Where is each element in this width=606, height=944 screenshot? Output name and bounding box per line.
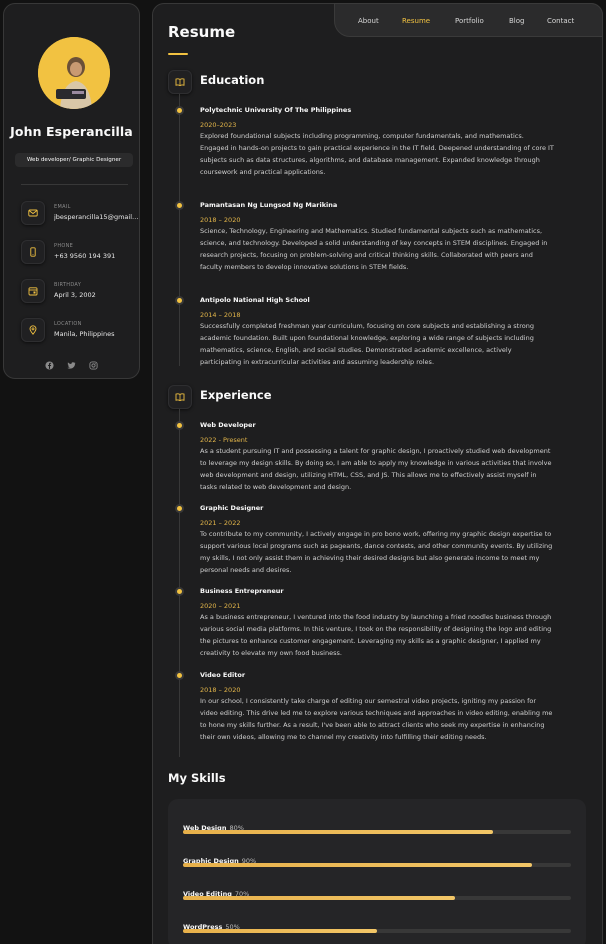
timeline-text: Successfully completed freshman year cur… (200, 322, 534, 366)
contact-location: LOCATION Manila, Philippines (21, 318, 139, 344)
skill-progress-track (183, 830, 571, 834)
phone-icon (21, 240, 45, 264)
timeline-text: Explored foundational subjects including… (200, 132, 554, 176)
timeline-text: Science, Technology, Engineering and Mat… (200, 227, 548, 271)
timeline-title: Polytechnic University Of The Philippine… (200, 106, 352, 114)
avatar-image (38, 37, 110, 109)
book-icon (168, 70, 192, 94)
contact-value: April 3, 2002 (54, 291, 96, 299)
timeline-item: Antipolo National High School 2014 – 201… (177, 296, 554, 368)
page-title: Resume (168, 23, 236, 41)
nav-blog[interactable]: Blog (509, 17, 524, 25)
timeline-text: As a business entrepreneur, I ventured i… (200, 613, 552, 657)
main-navbar: About Resume Portfolio Blog Contact (334, 3, 603, 37)
timeline-text: In our school, I consistently take charg… (200, 697, 553, 741)
contact-value: Manila, Philippines (54, 330, 115, 338)
timeline-date: 2014 – 2018 (200, 311, 241, 319)
timeline-date: 2021 – 2022 (200, 519, 241, 527)
skill-item: Graphic Design 90% (183, 848, 571, 867)
skill-progress-track (183, 896, 571, 900)
mail-icon (21, 201, 45, 225)
timeline-date: 2018 – 2020 (200, 686, 241, 694)
skill-progress-fill (183, 896, 455, 900)
skill-progress-track (183, 863, 571, 867)
skill-progress-fill (183, 830, 494, 834)
timeline-title: Graphic Designer (200, 504, 264, 512)
book-icon (168, 385, 192, 409)
nav-contact[interactable]: Contact (547, 17, 574, 25)
contact-label: PHONE (54, 243, 74, 249)
timeline-text: To contribute to my community, I activel… (200, 530, 553, 574)
timeline-title: Web Developer (200, 421, 256, 429)
timeline-item: Video Editor 2018 – 2020 In our school, … (177, 671, 554, 743)
location-icon (21, 318, 45, 342)
skill-progress-fill (183, 929, 377, 933)
social-links (4, 355, 139, 374)
profile-sidebar: John Esperancilla Web developer/ Graphic… (3, 3, 140, 379)
sidebar-separator (21, 184, 128, 185)
nav-portfolio[interactable]: Portfolio (455, 17, 484, 25)
skills-list: Web Design 80% Graphic Design 90% Video Ed… (168, 799, 586, 944)
timeline-date: 2018 – 2020 (200, 216, 241, 224)
instagram-icon[interactable] (89, 355, 98, 370)
timeline-dot (177, 298, 182, 303)
skill-progress-track (183, 929, 571, 933)
nav-about[interactable]: About (358, 17, 379, 25)
timeline-item: Polytechnic University Of The Philippine… (177, 106, 554, 178)
contact-value[interactable]: jbesperancilla15@gmail.com (54, 213, 140, 221)
skill-item: Video Editing 70% (183, 881, 571, 900)
timeline-item: Pamantasan Ng Lungsod Ng Marikina 2018 –… (177, 201, 554, 273)
experience-title: Experience (200, 388, 272, 402)
timeline-title: Pamantasan Ng Lungsod Ng Marikina (200, 201, 338, 209)
experience-timeline-line (179, 409, 180, 757)
calendar-icon (21, 279, 45, 303)
contact-email: EMAIL jbesperancilla15@gmail.com (21, 201, 140, 227)
timeline-dot (177, 423, 182, 428)
timeline-title: Antipolo National High School (200, 296, 310, 304)
timeline-item: Web Developer 2022 - Present As a studen… (177, 421, 554, 493)
education-title: Education (200, 73, 265, 87)
timeline-text: As a student pursuing IT and possessing … (200, 447, 552, 491)
skills-title: My Skills (168, 771, 226, 785)
title-underline (168, 53, 188, 55)
timeline-item: Graphic Designer 2021 – 2022 To contribu… (177, 504, 554, 576)
twitter-icon[interactable] (67, 355, 76, 369)
nav-resume[interactable]: Resume (402, 17, 430, 25)
timeline-dot (177, 108, 182, 113)
timeline-dot (177, 589, 182, 594)
contact-label: LOCATION (54, 321, 82, 327)
timeline-dot (177, 673, 182, 678)
timeline-title: Business Entrepreneur (200, 587, 284, 595)
contact-value[interactable]: +63 9560 194 391 (54, 252, 140, 260)
skill-progress-fill (183, 863, 533, 867)
contact-label: EMAIL (54, 204, 71, 210)
contact-birthday: BIRTHDAY April 3, 2002 (21, 279, 139, 305)
timeline-title: Video Editor (200, 671, 246, 679)
contact-phone: PHONE +63 9560 194 391 (21, 240, 139, 266)
timeline-date: 2020–2023 (200, 121, 237, 129)
skill-item: Web Design 80% (183, 815, 571, 834)
education-timeline-line (179, 94, 180, 366)
contact-label: BIRTHDAY (54, 282, 82, 288)
timeline-date: 2022 - Present (200, 436, 248, 444)
avatar (38, 37, 110, 109)
timeline-dot (177, 506, 182, 511)
profile-title-badge: Web developer/ Graphic Designer (15, 153, 133, 167)
facebook-icon[interactable] (45, 355, 54, 370)
timeline-date: 2020 – 2021 (200, 602, 241, 610)
profile-name: John Esperancilla (10, 124, 133, 139)
timeline-item: Business Entrepreneur 2020 – 2021 As a b… (177, 587, 554, 659)
skill-item: WordPress 50% (183, 914, 571, 933)
timeline-dot (177, 203, 182, 208)
resume-panel: About Resume Portfolio Blog Contact Resu… (152, 3, 603, 944)
